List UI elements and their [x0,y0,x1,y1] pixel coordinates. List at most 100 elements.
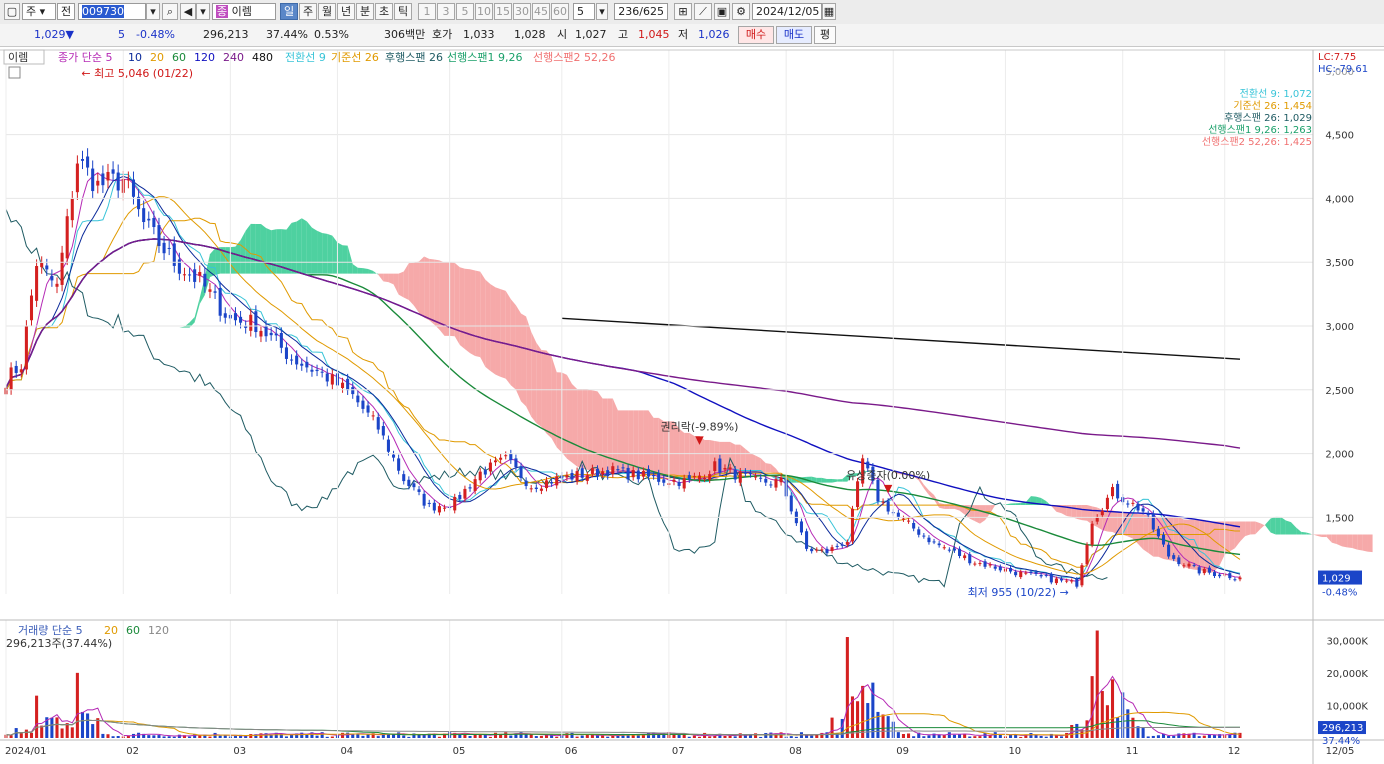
volume-bar [1156,735,1160,738]
search-icon[interactable]: ⌕ [162,3,178,20]
ichimoku-cloud [393,273,399,295]
candle-body [249,314,253,331]
candle-body [621,467,625,469]
sell-button[interactable]: 매도 [776,26,812,44]
market-select[interactable]: 주 ▾ [22,3,56,20]
toolbar: ▢ 주 ▾ 전 009730 ▾ ⌕ ◀ ▾ 종 이렘 일주월년분초틱 1351… [0,0,1384,25]
calendar-icon[interactable]: ▦ [822,3,836,20]
interval-button-60[interactable]: 60 [551,3,569,20]
ichimoku-cloud [419,256,425,318]
candle-body [182,274,187,276]
volume-bar [687,736,691,738]
period-tab-1[interactable]: 주 [299,3,317,20]
volume-tick-label: 30,000K [1326,636,1368,647]
ichimoku-cloud [837,479,843,482]
ichimoku-cloud [572,384,578,467]
legend-ma-period: 240 [223,51,244,64]
candle-body [1207,567,1211,573]
volume-bar [65,723,69,738]
candle-body [386,439,390,452]
stock-chart[interactable]: 4,5004,0003,5003,0002,5002,0001,5005,000… [0,46,1384,764]
period-tab-4[interactable]: 분 [356,3,374,20]
period-tab-2[interactable]: 월 [318,3,336,20]
candle-body [1075,578,1079,587]
turnover-percent: 37.44% [266,28,308,41]
ichimoku-cloud [169,327,175,330]
draw-tool-icon[interactable]: ⟋ [694,3,712,20]
volume-bar [356,734,360,738]
ichimoku-cloud [531,331,537,424]
candle-body [932,541,936,543]
candle-body [1090,523,1094,545]
candle-body [478,471,482,481]
candle-body [937,543,941,546]
candle-body [111,169,115,174]
period-tab-0[interactable]: 일 [280,3,298,20]
date-field[interactable]: 2024/12/05 [752,3,822,20]
indicator-value: 후행스팬 26: 1,029 [1224,112,1312,124]
volume-bar [1034,734,1038,738]
candle-body [341,382,345,388]
candle-body [769,484,773,486]
volume-bar [1212,735,1217,738]
ichimoku-cloud [408,262,414,306]
count-field[interactable]: 236/625 [614,3,668,20]
candle-body [274,333,278,336]
interval-button-3[interactable]: 3 [437,3,455,20]
candle-body [279,333,283,348]
volume-bar [713,735,717,738]
save-icon[interactable]: ▣ [714,3,730,20]
dropdown-icon[interactable]: ▾ [146,3,160,20]
ichimoku-cloud [582,389,588,470]
interval-input[interactable]: 5 [573,3,595,20]
volume-bar [973,736,977,738]
candle-body [131,179,136,197]
candle-body [1172,555,1176,559]
ichimoku-cloud [1071,505,1077,519]
interval-button-1[interactable]: 1 [418,3,436,20]
sound-icon[interactable]: ◀ [180,3,196,20]
ichimoku-cloud [378,273,384,282]
candle-type-icon[interactable]: ⊞ [674,3,692,20]
interval-button-15[interactable]: 15 [494,3,512,20]
ichimoku-cloud [1306,532,1312,535]
volume-bar [896,732,900,738]
interval-button-45[interactable]: 45 [532,3,550,20]
volume-bar [534,736,538,738]
candle-body [743,471,747,474]
ichimoku-cloud [816,477,822,483]
interval-button-5[interactable]: 5 [456,3,474,20]
volume-bar [901,734,905,738]
legend-ma-period: 60 [172,51,186,64]
ichimoku-cloud [556,372,562,453]
ichimoku-cloud [296,218,302,274]
volume-bar [1095,630,1099,738]
interval-dropdown-icon[interactable]: ▾ [596,3,608,20]
candle-body [912,522,916,529]
volume-bar [147,735,151,738]
eval-button[interactable]: 평 [814,26,836,44]
interval-button-30[interactable]: 30 [513,3,531,20]
volume-bar [167,736,171,738]
volume-bar [570,732,574,738]
period-tab-6[interactable]: 틱 [394,3,412,20]
ichimoku-cloud [368,269,374,274]
volume-bar [759,736,763,738]
candle-body [682,478,686,489]
sound-dropdown-icon[interactable]: ▾ [196,3,210,20]
prev-button[interactable]: 전 [57,3,75,20]
period-tab-3[interactable]: 년 [337,3,355,20]
code-input[interactable]: 009730 [78,3,146,20]
volume-bar [50,717,54,738]
candle-body [1009,568,1013,572]
interval-button-10[interactable]: 10 [475,3,493,20]
settings-gear-icon[interactable]: ⚙ [732,3,750,20]
ask-value: 1,033 [463,28,495,41]
period-tab-5[interactable]: 초 [375,3,393,20]
candle-body [896,512,900,517]
stock-name-field[interactable]: 종 이렘 [212,3,276,20]
volume-pane [4,630,1242,738]
buy-button[interactable]: 매수 [738,26,774,44]
menu-icon[interactable]: ▢ [4,3,20,20]
ichimoku-cloud [561,372,567,459]
